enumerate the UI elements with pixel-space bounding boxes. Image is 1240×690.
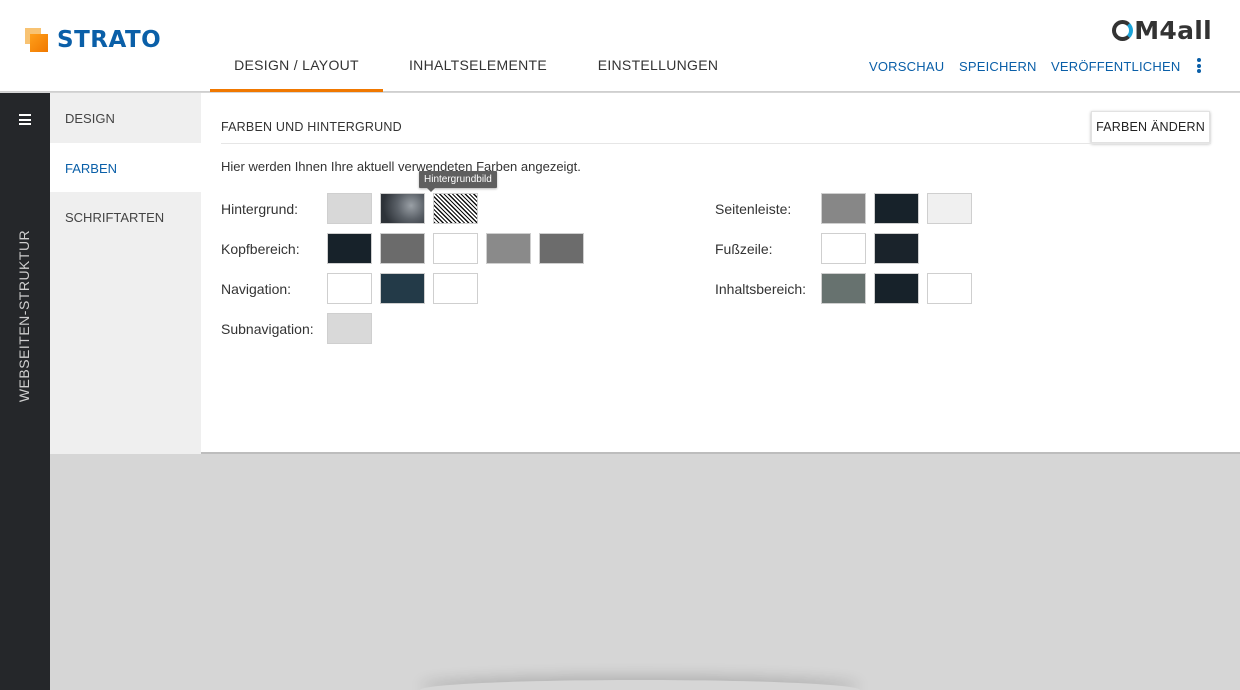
swatch-kopfbereich-4[interactable] [486,233,531,264]
swatch-hintergrund-pattern[interactable] [433,193,478,224]
swatch-navigation-2[interactable] [380,273,425,304]
swatch-kopfbereich-1[interactable] [327,233,372,264]
save-button[interactable]: SPEICHERN [959,59,1037,74]
swatch-kopfbereich-5[interactable] [539,233,584,264]
publish-button[interactable]: VERÖFFENTLICHEN [1051,59,1180,74]
preview-shadow [420,680,860,690]
swatch-inhaltsbereich-3[interactable] [927,273,972,304]
label-subnavigation: Subnavigation: [221,321,314,337]
preview-area [50,455,1240,690]
top-header: STRATO DESIGN / LAYOUT INHALTSELEMENTE E… [0,0,1240,92]
preview-button[interactable]: VORSCHAU [869,59,944,74]
cm4all-logo-text: M4all [1134,16,1212,45]
tab-inhaltselemente[interactable]: INHALTSELEMENTE [400,42,556,92]
swatch-hintergrund-image[interactable] [380,193,425,224]
tooltip-hintergrundbild: Hintergrundbild [419,171,497,192]
divider [221,143,1211,144]
website-structure-toggle[interactable]: WEBSEITEN-STRUKTUR [16,230,32,402]
strato-logo-text: STRATO [57,27,162,53]
panel-title: FARBEN UND HINTERGRUND [221,120,402,134]
label-hintergrund: Hintergrund: [221,201,299,217]
label-kopfbereich: Kopfbereich: [221,241,300,257]
label-fusszeile: Fußzeile: [715,241,773,257]
tab-einstellungen[interactable]: EINSTELLUNGEN [588,42,728,92]
panel-description: Hier werden Ihnen Ihre aktuell verwendet… [221,159,581,174]
change-colors-button[interactable]: FARBEN ÄNDERN [1091,111,1210,143]
swatch-hintergrund-color[interactable] [327,193,372,224]
subnav-item-schriftarten[interactable]: SCHRIFTARTEN [50,192,201,242]
cm4all-logo: M4all [1112,16,1212,45]
strato-logo-mark-icon [25,28,49,52]
swatch-fusszeile-2[interactable] [874,233,919,264]
swatch-seitenleiste-3[interactable] [927,193,972,224]
swatch-subnavigation-1[interactable] [327,313,372,344]
cm4all-logo-c-icon [1112,20,1134,41]
swatch-seitenleiste-2[interactable] [874,193,919,224]
tab-design-layout[interactable]: DESIGN / LAYOUT [210,42,383,92]
strato-logo[interactable]: STRATO [25,27,161,53]
design-subnav: DESIGN FARBEN SCHRIFTARTEN [50,93,201,454]
label-seitenleiste: Seitenleiste: [715,201,792,217]
hamburger-icon[interactable] [19,114,31,125]
swatch-fusszeile-1[interactable] [821,233,866,264]
label-inhaltsbereich: Inhaltsbereich: [715,281,807,297]
swatch-navigation-1[interactable] [327,273,372,304]
more-vertical-icon[interactable] [1193,58,1205,74]
structure-rail: WEBSEITEN-STRUKTUR [0,93,50,690]
swatch-kopfbereich-2[interactable] [380,233,425,264]
swatch-inhaltsbereich-1[interactable] [821,273,866,304]
subnav-item-design[interactable]: DESIGN [50,93,201,143]
label-navigation: Navigation: [221,281,292,297]
swatch-navigation-3[interactable] [433,273,478,304]
swatch-kopfbereich-3[interactable] [433,233,478,264]
swatch-seitenleiste-1[interactable] [821,193,866,224]
subnav-item-farben[interactable]: FARBEN [50,142,201,192]
swatch-inhaltsbereich-2[interactable] [874,273,919,304]
